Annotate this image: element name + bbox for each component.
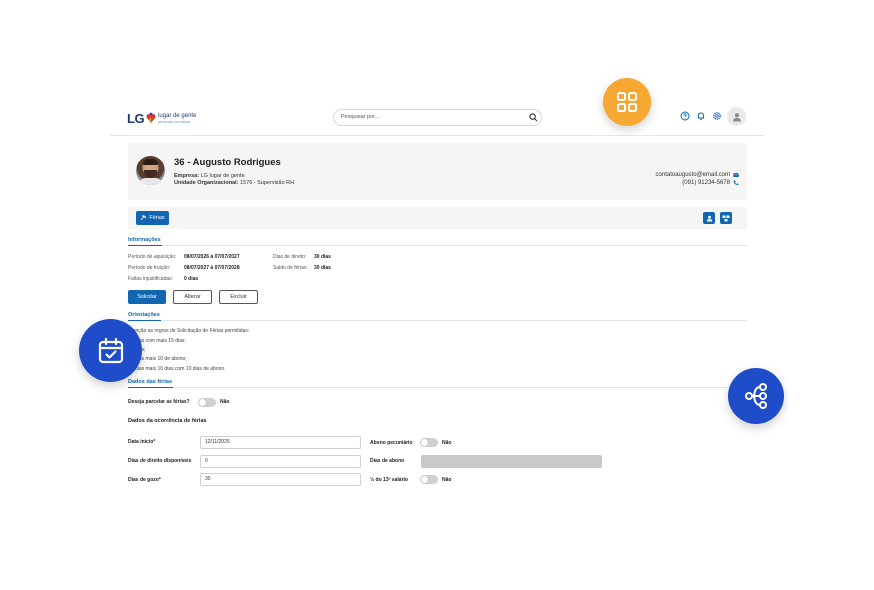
empresa-line: Empresa: LG lugar de gente xyxy=(174,173,245,179)
unidade-line: Unidade Organizacional: 1576 - Supervisã… xyxy=(174,180,294,186)
ferias-button[interactable]: Férias xyxy=(136,211,169,225)
decimo-label: ½ do 13º salário xyxy=(370,477,408,483)
dias-direito-label: Dias de direito: xyxy=(273,254,307,260)
search-input[interactable]: Pesquisar por... xyxy=(333,109,542,126)
empresa-label: Empresa: xyxy=(174,173,200,179)
app-window: LG lugar de gente pessoas humanas Pesqui… xyxy=(110,100,765,500)
informacoes-title: Informações xyxy=(128,237,161,243)
team-view-button[interactable] xyxy=(720,212,732,224)
solicitar-button[interactable]: Solicitar xyxy=(128,290,166,304)
logo-brand: LG xyxy=(127,110,145,126)
periodo-aquisicao-label: Período de aquisição: xyxy=(128,254,177,260)
decimo-toggle[interactable] xyxy=(420,475,438,484)
orientacao-line: Atenção as regras de Solicitação de Féri… xyxy=(128,328,250,334)
unidade-label: Unidade Organizacional: xyxy=(174,180,239,186)
excluir-button[interactable]: Excluir xyxy=(219,290,258,304)
decimo-value: Não xyxy=(442,477,452,483)
periodo-fruicao-label: Período de fruição: xyxy=(128,265,171,271)
parcelar-toggle[interactable] xyxy=(198,398,216,407)
hierarchy-icon xyxy=(745,383,767,409)
calendar-check-icon xyxy=(98,337,123,363)
contact-email: contatoaugusto@email.com xyxy=(656,172,739,178)
dias-abono-label: Dias de abono xyxy=(370,458,405,464)
mail-icon xyxy=(733,172,739,177)
email-text: contatoaugusto@email.com xyxy=(655,172,730,178)
phone-icon xyxy=(733,180,739,186)
orientacoes-underline xyxy=(128,320,161,321)
abono-value: Não xyxy=(442,440,452,446)
employee-card: 36 - Augusto Rodrigues Empresa: LG lugar… xyxy=(128,143,747,200)
dias-abono-field xyxy=(421,455,602,468)
top-bar: LG lugar de gente pessoas humanas Pesqui… xyxy=(110,100,765,136)
beach-icon xyxy=(141,215,147,221)
logo[interactable]: LG lugar de gente pessoas humanas xyxy=(127,108,196,128)
gear-icon[interactable] xyxy=(712,111,722,121)
employee-photo xyxy=(136,156,165,185)
logo-subtagline: pessoas humanas xyxy=(158,118,191,124)
data-inicio-field[interactable]: 12/11/2025 xyxy=(200,436,361,449)
logo-heart-icon xyxy=(146,112,156,123)
dias-direito-value: 30 dias xyxy=(314,254,331,260)
saldo-value: 30 dias xyxy=(314,265,331,271)
alterar-button[interactable]: Alterar xyxy=(173,290,212,304)
person-icon xyxy=(706,215,712,221)
unidade-value: 1576 - Supervisão RH xyxy=(240,180,295,186)
faltas-label: Faltas injustificadas: xyxy=(128,276,174,282)
dias-gozo-label: Dias de gozo* xyxy=(128,477,161,483)
divider xyxy=(128,387,747,388)
dias-disponiveis-label: Dias de direito disponíveis xyxy=(128,458,192,464)
team-icon xyxy=(722,215,730,221)
abono-toggle[interactable] xyxy=(420,438,438,447)
parcelar-label: Deseja parcelar as férias? xyxy=(128,399,190,405)
orientacao-line: 10 dias mais 10 dias com 10 dias de abon… xyxy=(128,366,226,372)
person-view-button[interactable] xyxy=(703,212,715,224)
orientacoes-title: Orientações xyxy=(128,312,160,318)
apps-grid-badge xyxy=(603,78,651,126)
help-icon[interactable] xyxy=(680,111,690,121)
dados-ferias-title: Dados das férias xyxy=(128,379,173,385)
faltas-value: 0 dias xyxy=(184,276,199,282)
saldo-label: Saldo de férias: xyxy=(273,265,308,271)
ocorrencia-title: Dados da ocorrência de férias xyxy=(128,418,207,424)
dias-gozo-field[interactable]: 30 xyxy=(200,473,361,486)
periodo-fruicao-value: 08/07/2027 à 07/07/2028 xyxy=(184,265,240,271)
dados-ferias-underline xyxy=(128,387,173,388)
calendar-badge xyxy=(79,319,142,382)
dias-disponiveis-field[interactable]: 0 xyxy=(200,455,361,468)
abono-label: Abono pecuniário xyxy=(370,440,413,446)
phone-text: (091) 91234-5678 xyxy=(682,180,730,186)
grid-icon xyxy=(617,92,637,112)
user-icon xyxy=(732,112,741,121)
user-avatar-button[interactable] xyxy=(727,107,746,126)
search-icon[interactable] xyxy=(529,113,538,122)
bell-icon[interactable] xyxy=(696,111,706,121)
workflow-badge xyxy=(728,368,784,424)
divider xyxy=(128,320,747,321)
parcelar-value: Não xyxy=(220,399,230,405)
employee-name: 36 - Augusto Rodrigues xyxy=(174,157,281,168)
informacoes-underline xyxy=(128,245,162,246)
contact-phone: (091) 91234-5678 xyxy=(682,180,739,186)
ferias-button-label: Férias xyxy=(149,215,165,221)
data-inicio-label: Data início* xyxy=(128,439,156,445)
ferias-toolbar: Férias xyxy=(128,207,747,229)
divider xyxy=(128,245,747,246)
empresa-value: LG lugar de gente xyxy=(200,173,245,179)
logo-tagline: lugar de gente xyxy=(158,112,197,119)
periodo-aquisicao-value: 08/07/2026 à 07/07/2027 xyxy=(184,254,240,260)
